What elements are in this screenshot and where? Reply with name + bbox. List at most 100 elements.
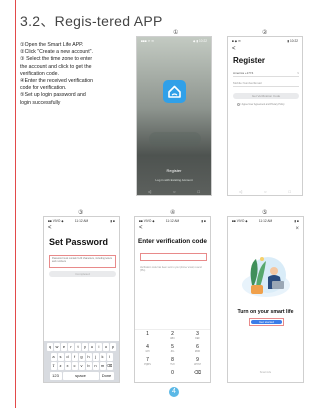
screen-set-password: ■■ VIVO ◆ 11:12 AM ▮ ■ < Set Password Pa…	[43, 216, 120, 383]
screen-register: ■ ◆ ✉ ▮ 10:22 < Register America +1774 >…	[227, 36, 303, 196]
keypad-key[interactable]: 6 MNO	[185, 343, 210, 356]
numbers-key[interactable]: 123	[49, 371, 62, 380]
keypad-blank	[135, 369, 160, 382]
key[interactable]: y	[82, 343, 88, 351]
key-number: 6	[196, 344, 199, 350]
account-field[interactable]: Mobile Number/Email	[233, 81, 299, 87]
key[interactable]: g	[78, 352, 85, 361]
recent-nav-icon[interactable]: □	[198, 189, 200, 194]
key[interactable]: z	[57, 362, 64, 370]
key[interactable]: d	[64, 352, 71, 361]
step-line: ①Open the Smart Life APP.	[20, 42, 84, 48]
key[interactable]: a	[50, 352, 57, 361]
recent-nav-icon[interactable]: □	[289, 189, 291, 194]
key-number: 7	[146, 357, 149, 363]
close-icon[interactable]: ×	[295, 226, 299, 232]
marker-1: ①	[173, 29, 179, 36]
key[interactable]: x	[64, 362, 71, 370]
done-key[interactable]: Done	[99, 371, 114, 380]
key[interactable]: q	[47, 343, 53, 351]
keypad-key[interactable]: 5 JKL	[160, 343, 185, 356]
password-field[interactable]: Password must contain 6-20 characters, i…	[49, 255, 116, 268]
key[interactable]: n	[92, 362, 99, 370]
margin-line	[15, 0, 16, 408]
keypad-key[interactable]: 9 WXYZ	[185, 356, 210, 369]
back-nav-icon[interactable]: ◁	[148, 189, 151, 194]
back-icon[interactable]: <	[232, 46, 236, 52]
completed-button[interactable]: Completed	[49, 271, 116, 277]
key-number: 2	[171, 331, 174, 337]
key[interactable]: v	[78, 362, 85, 370]
key-letters: PQRS	[144, 364, 151, 366]
keypad-key[interactable]: 0	[160, 369, 185, 382]
country-select[interactable]: America +1774 >	[233, 71, 299, 77]
chevron-right-icon: >	[297, 71, 299, 75]
keypad-key[interactable]: 8 TUV	[160, 356, 185, 369]
step-line: ④Enter the received verification	[20, 78, 93, 85]
status-time: 11:12 AM	[165, 219, 180, 223]
status-right: ▮ ■	[201, 219, 206, 223]
set-password-title: Set Password	[49, 237, 109, 247]
key[interactable]: j	[92, 352, 99, 361]
key-letters: JKL	[170, 351, 175, 353]
keypad-key[interactable]: 4 GHI	[135, 343, 160, 356]
key-letters: GHI	[145, 351, 150, 353]
key-letters: MNO	[194, 351, 201, 353]
key-number: 3	[196, 331, 199, 337]
numeric-keypad: 1 2 ABC 3 DEF 4 GHI 5 JKL 6 MNO 7 PQRS 8 TUV 9W…	[135, 329, 210, 382]
home-nav-icon[interactable]: ○	[173, 189, 175, 194]
key-number: 0	[171, 370, 174, 376]
get-code-button[interactable]: Get Verification Code	[233, 93, 299, 99]
back-nav-icon[interactable]: ◁	[239, 189, 242, 194]
key[interactable]: i	[96, 343, 102, 351]
key[interactable]: l	[106, 352, 113, 361]
agreement-checkbox[interactable]: I Agree User Agreement and Privacy Polic…	[237, 103, 285, 106]
home-nav-icon[interactable]: ○	[264, 189, 266, 194]
keypad-key[interactable]: 1	[135, 330, 160, 343]
delete-key[interactable]: ⌫	[106, 362, 113, 370]
ambient-blob	[149, 132, 201, 146]
steps-text: ①Open the Smart Life APP. ②Click "Create…	[20, 42, 142, 107]
key-number: 5	[171, 344, 174, 350]
key-letters: ABC	[170, 338, 175, 340]
step-line: ②Click "Create a new account".	[20, 49, 93, 56]
key-number: 1	[146, 331, 149, 337]
key[interactable]: k	[99, 352, 106, 361]
register-title: Register	[233, 56, 266, 65]
back-icon[interactable]: <	[48, 225, 52, 231]
key[interactable]: t	[75, 343, 81, 351]
shift-key[interactable]: ⇧	[50, 362, 57, 370]
key[interactable]: m	[99, 362, 106, 370]
key[interactable]: s	[57, 352, 64, 361]
status-left: ■ ◆ ✉	[232, 39, 241, 43]
keyboard: q w e r t y u i o p a s d f g h j k l ⇧ …	[44, 340, 119, 382]
key[interactable]: b	[85, 362, 92, 370]
register-button[interactable]: Register	[137, 168, 211, 173]
resend-hint: Verification code has been sent to your …	[140, 267, 202, 272]
keypad-key[interactable]: 7 PQRS	[135, 356, 160, 369]
status-right: ▮ ■	[294, 219, 299, 223]
key[interactable]: r	[68, 343, 74, 351]
key[interactable]: c	[71, 362, 78, 370]
screen-welcome: ■■ VIVO ◆ 11:12 AM ▮ ■ × Turn on your sm…	[227, 216, 304, 383]
login-link[interactable]: Log in with Existing Account	[137, 178, 211, 182]
keypad-key[interactable]: 2 ABC	[160, 330, 185, 343]
key[interactable]: f	[71, 352, 78, 361]
status-right: ▮ ■	[110, 219, 115, 223]
space-key[interactable]: space	[62, 371, 99, 380]
status-time: 11:12 AM	[74, 219, 89, 223]
verification-title: Enter verification code	[138, 238, 207, 245]
keypad-key[interactable]: 3 DEF	[185, 330, 210, 343]
key[interactable]: w	[54, 343, 60, 351]
keypad-delete-key[interactable]: ⌫	[185, 369, 210, 382]
key[interactable]: p	[110, 343, 116, 351]
key[interactable]: e	[61, 343, 67, 351]
key-number: 4	[146, 344, 149, 350]
key[interactable]: o	[103, 343, 109, 351]
key[interactable]: u	[89, 343, 95, 351]
get-started-button[interactable]: Get started	[251, 320, 282, 324]
back-icon[interactable]: <	[139, 225, 143, 231]
key[interactable]: h	[85, 352, 92, 361]
code-field[interactable]	[140, 253, 207, 261]
welcome-illustration	[238, 245, 294, 301]
